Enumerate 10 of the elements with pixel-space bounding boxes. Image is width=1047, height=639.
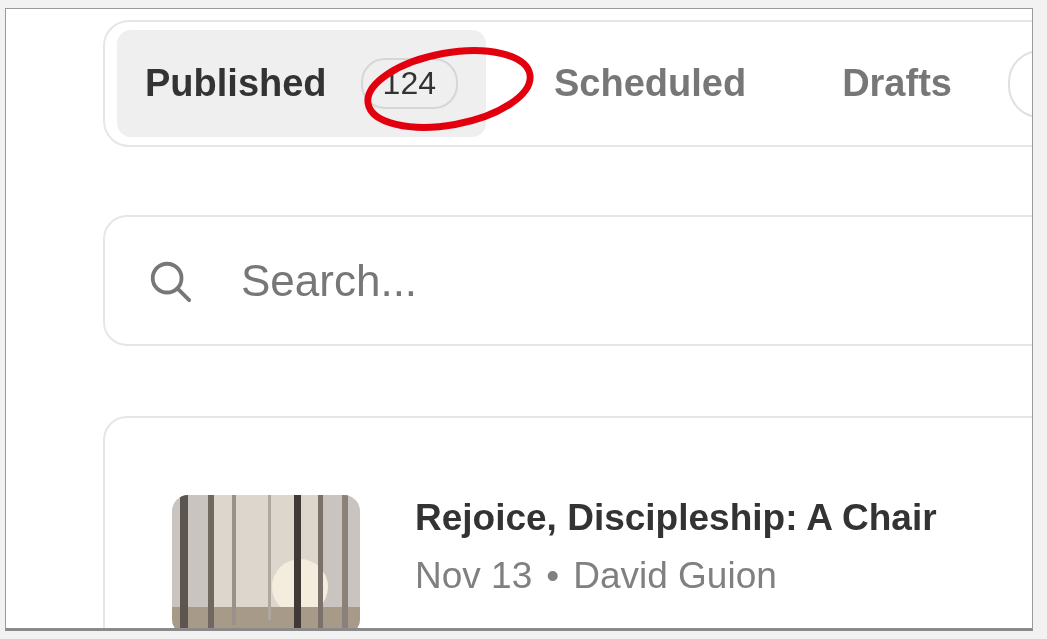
tab[interactable]: Scheduled bbox=[525, 30, 775, 137]
tab-label: Drafts bbox=[842, 62, 952, 105]
tab-label: Published bbox=[145, 62, 327, 105]
separator-dot: • bbox=[546, 555, 560, 596]
tab-label: Scheduled bbox=[553, 62, 747, 105]
tab[interactable]: Drafts bbox=[814, 30, 980, 137]
search-field[interactable]: Search... bbox=[241, 251, 741, 310]
post-title[interactable]: Rejoice, Discipleship: A Chair bbox=[415, 497, 937, 539]
post-date: Nov 13 bbox=[415, 555, 533, 596]
post-author: David Guion bbox=[573, 555, 777, 596]
